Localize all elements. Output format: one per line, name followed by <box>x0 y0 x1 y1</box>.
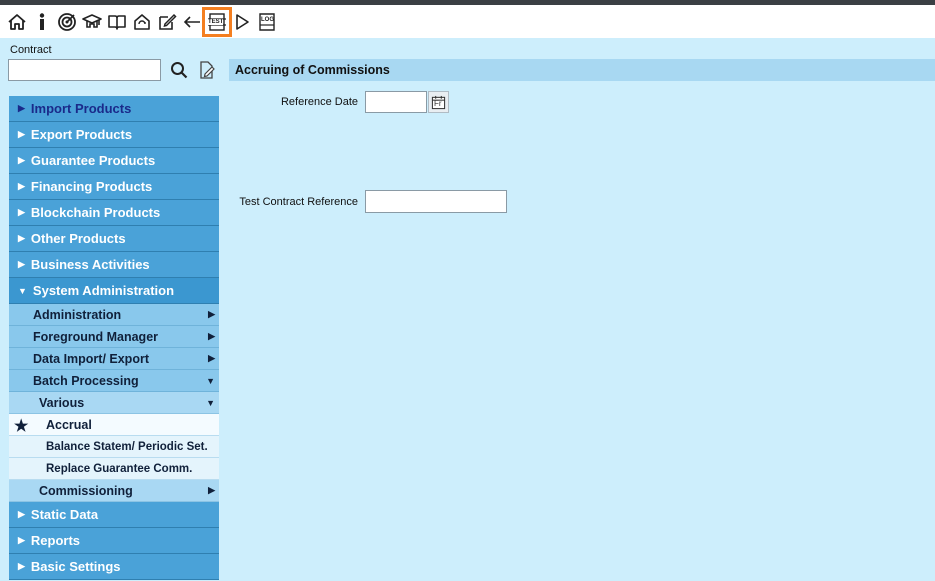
refresh-icon <box>134 13 150 30</box>
nav-label: Blockchain Products <box>30 205 161 220</box>
nav-label: Reports <box>30 533 81 548</box>
back-arrow-icon <box>183 15 200 28</box>
nav-label: Financing Products <box>30 179 153 194</box>
nav-label: Commissioning <box>39 483 133 498</box>
toolbar: TEST LOG <box>0 5 935 38</box>
nav-label: Business Activities <box>30 257 150 272</box>
triangle-right-icon: ▶ <box>208 353 215 363</box>
info-icon <box>39 12 45 30</box>
triangle-right-icon: ▶ <box>208 309 215 319</box>
book-icon <box>108 14 126 30</box>
nav-label: Replace Guarantee Comm. <box>46 462 193 475</box>
triangle-right-icon: ▶ <box>18 535 25 545</box>
nav-batch-processing[interactable]: Batch Processing ▼ <box>9 370 219 392</box>
log-icon-label: LOG <box>261 16 274 23</box>
nav-reports[interactable]: ▶ Reports <box>9 528 219 554</box>
test-button[interactable]: TEST <box>202 6 232 37</box>
nav-balance-statem[interactable]: Balance Statem/ Periodic Set. <box>9 436 219 458</box>
nav-commissioning[interactable]: Commissioning ▶ <box>9 480 219 502</box>
triangle-right-icon: ▶ <box>208 331 215 341</box>
triangle-right-icon: ▶ <box>208 485 215 495</box>
test-contract-reference-label: Test Contract Reference <box>239 196 358 208</box>
nav-label: Administration <box>33 307 122 322</box>
triangle-right-icon: ▶ <box>18 233 25 243</box>
contract-label: Contract <box>10 44 52 56</box>
nav-label: Export Products <box>30 127 133 142</box>
calendar-button[interactable]: Fr <box>428 91 449 113</box>
nav-label: Static Data <box>30 507 99 522</box>
nav-other-products[interactable]: ▶ Other Products <box>9 226 219 252</box>
nav-label: Data Import/ Export <box>33 351 149 366</box>
triangle-right-icon: ▶ <box>18 509 25 519</box>
nav-label: Basic Settings <box>30 559 121 574</box>
nav-label: Accrual <box>46 417 92 432</box>
nav-system-administration[interactable]: ▼ System Administration <box>9 278 219 304</box>
nav-label: Other Products <box>30 231 126 246</box>
play-button[interactable] <box>231 11 253 33</box>
nav-guarantee-products[interactable]: ▶ Guarantee Products <box>9 148 219 174</box>
back-button[interactable] <box>181 11 203 33</box>
navigation-menu: ▶ Import Products ▶ Export Products ▶ Guara… <box>9 96 219 580</box>
nav-administration[interactable]: Administration ▶ <box>9 304 219 326</box>
triangle-right-icon: ▶ <box>18 561 25 571</box>
nav-label: Import Products <box>30 101 132 116</box>
test-contract-reference-input[interactable] <box>365 190 507 213</box>
triangle-down-icon: ▼ <box>206 375 215 386</box>
nav-export-products[interactable]: ▶ Export Products <box>9 122 219 148</box>
info-button[interactable] <box>31 11 53 33</box>
nav-various[interactable]: Various ▼ <box>9 392 219 414</box>
home-icon <box>8 13 26 30</box>
book-button[interactable] <box>106 11 128 33</box>
nav-label: Batch Processing <box>33 373 139 388</box>
nav-label: Various <box>39 395 85 410</box>
triangle-down-icon: ▼ <box>18 285 27 296</box>
page-title: Accruing of Commissions <box>229 59 935 81</box>
edit-icon <box>159 13 177 30</box>
nav-static-data[interactable]: ▶ Static Data <box>9 502 219 528</box>
test-icon-label: TEST <box>208 18 224 25</box>
document-edit-icon[interactable] <box>198 61 216 79</box>
nav-blockchain-products[interactable]: ▶ Blockchain Products <box>9 200 219 226</box>
nav-label: Foreground Manager <box>33 329 159 344</box>
nav-financing-products[interactable]: ▶ Financing Products <box>9 174 219 200</box>
nav-basic-settings[interactable]: ▶ Basic Settings <box>9 554 219 580</box>
triangle-right-icon: ▶ <box>18 155 25 165</box>
home-button[interactable] <box>6 11 28 33</box>
reference-date-input[interactable] <box>365 91 427 113</box>
nav-import-products[interactable]: ▶ Import Products <box>9 96 219 122</box>
triangle-right-icon: ▶ <box>18 103 25 113</box>
nav-foreground-manager[interactable]: Foreground Manager ▶ <box>9 326 219 348</box>
triangle-right-icon: ▶ <box>18 129 25 139</box>
nav-label: Balance Statem/ Periodic Set. <box>46 440 208 453</box>
nav-data-import-export[interactable]: Data Import/ Export ▶ <box>9 348 219 370</box>
log-button[interactable]: LOG <box>256 11 278 33</box>
triangle-right-icon: ▶ <box>18 181 25 191</box>
edit-button[interactable] <box>156 11 178 33</box>
nav-label: System Administration <box>32 283 175 298</box>
target-icon <box>58 12 76 31</box>
target-button[interactable] <box>56 11 78 33</box>
contract-input[interactable] <box>8 59 161 81</box>
search-icon[interactable] <box>170 61 188 79</box>
asterisk-icon: ★ <box>14 418 29 435</box>
nav-business-activities[interactable]: ▶ Business Activities <box>9 252 219 278</box>
calendar-day-label: Fr <box>434 99 442 108</box>
reference-date-label: Reference Date <box>280 96 358 108</box>
triangle-down-icon: ▼ <box>206 397 215 408</box>
play-icon <box>236 13 249 30</box>
nav-accrual[interactable]: ★ Accrual <box>9 414 219 436</box>
nav-replace-guarantee-comm[interactable]: Replace Guarantee Comm. <box>9 458 219 480</box>
triangle-right-icon: ▶ <box>18 259 25 269</box>
triangle-right-icon: ▶ <box>18 207 25 217</box>
graduate-icon <box>82 13 102 28</box>
nav-label: Guarantee Products <box>30 153 156 168</box>
refresh-button[interactable] <box>131 11 153 33</box>
graduate-button[interactable] <box>81 11 103 33</box>
